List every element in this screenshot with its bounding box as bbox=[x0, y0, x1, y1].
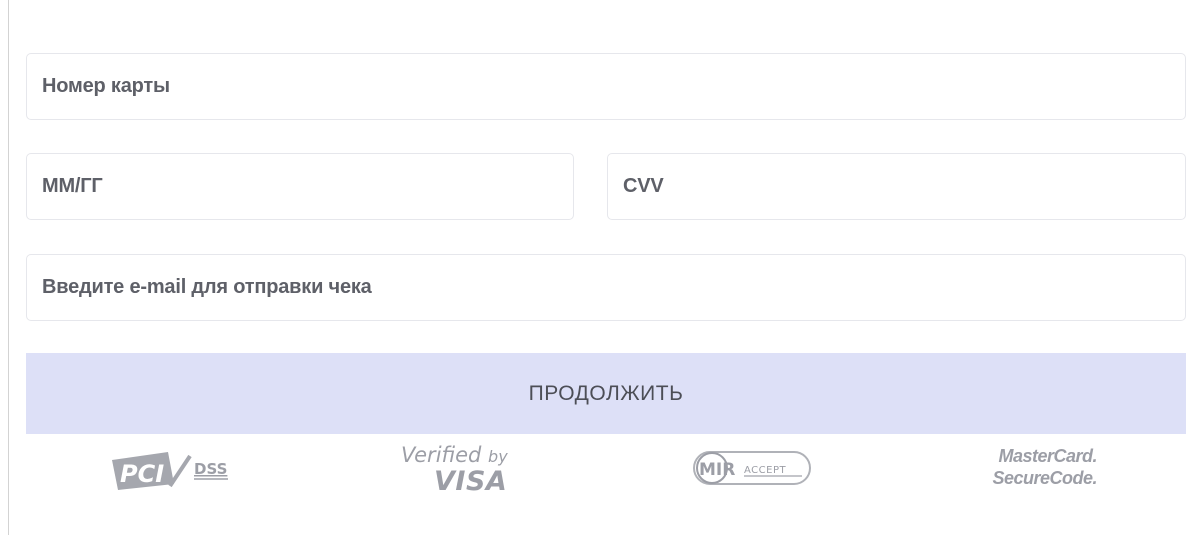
mir-accept-logo: MIR ACCEPT bbox=[692, 448, 822, 488]
mastercard-securecode-logo: MasterCard. SecureCode. bbox=[992, 446, 1097, 488]
verified-by-visa-logo: Verified by VISA bbox=[401, 443, 508, 497]
email-placeholder: Введите e-mail для отправки чека bbox=[42, 276, 372, 298]
svg-text:MIR: MIR bbox=[699, 460, 735, 480]
continue-button[interactable]: ПРОДОЛЖИТЬ bbox=[26, 353, 1186, 434]
expiry-date-placeholder: ММ/ГГ bbox=[42, 175, 103, 197]
svg-text:DSS: DSS bbox=[194, 460, 227, 478]
card-number-placeholder: Номер карты bbox=[42, 75, 170, 97]
svg-text:ACCEPT: ACCEPT bbox=[744, 465, 786, 476]
card-number-input[interactable]: Номер карты bbox=[26, 53, 1186, 120]
cvv-placeholder: CVV bbox=[623, 175, 664, 197]
cvv-input[interactable]: CVV bbox=[607, 153, 1186, 220]
payment-security-logos: PCI DSS Verified by VISA MIR ACCEPT Mast… bbox=[0, 440, 1197, 500]
email-input[interactable]: Введите e-mail для отправки чека bbox=[26, 254, 1186, 321]
expiry-date-input[interactable]: ММ/ГГ bbox=[26, 153, 574, 220]
svg-text:PCI: PCI bbox=[120, 460, 164, 488]
pci-dss-logo: PCI DSS bbox=[110, 446, 240, 492]
